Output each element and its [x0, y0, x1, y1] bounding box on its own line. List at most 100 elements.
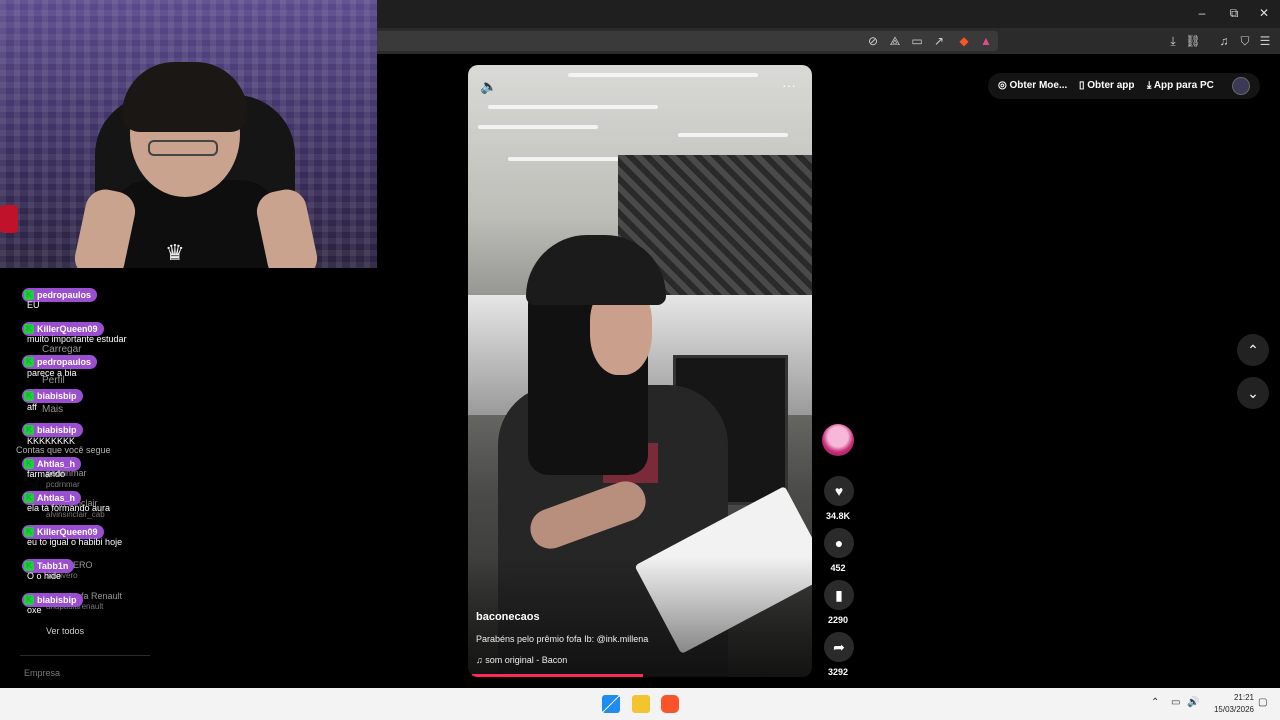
chat-message: muito importante estudar — [27, 334, 127, 344]
chat-message: ela ta formando aura — [27, 503, 111, 513]
link-icon[interactable]: ⛓ — [1185, 33, 1201, 49]
sidebar-more-label[interactable]: Mais — [42, 404, 63, 415]
maximize-button[interactable]: ⧉ — [1224, 6, 1244, 21]
tray-chevron-up-icon[interactable]: ⌃ — [1151, 697, 1159, 708]
bookmark-icon: ▮ — [835, 587, 843, 603]
coin-icon: ◎ — [998, 80, 1010, 91]
crown-shirt-print-icon: ♛ — [165, 240, 185, 265]
comment-icon: ● — [834, 535, 844, 551]
chat-message: oxe — [27, 605, 42, 615]
save-count: 2290 — [827, 615, 849, 625]
vpn-icon[interactable]: ⛉ — [1237, 33, 1253, 49]
video-author[interactable]: baconecaos — [476, 611, 540, 623]
get-coins-label: Obter Moe... — [1009, 80, 1068, 91]
video-sound-link[interactable]: ♫ som original - Bacon — [476, 655, 567, 665]
chat-username-badge: Kbiabisbip — [22, 385, 83, 403]
brave-shield-icon[interactable]: ◆ — [956, 33, 972, 49]
webcam-overlay: ♛ — [0, 0, 377, 268]
ceiling-light — [568, 73, 758, 77]
more-options-icon[interactable]: ··· — [782, 77, 796, 93]
share-count: 3292 — [827, 667, 849, 677]
header-actions: ◎ Obter Moe... ▯ Obter app ⤓ App para PC — [988, 73, 1260, 99]
notification-icon[interactable]: ▢ — [1258, 697, 1267, 708]
cast-icon[interactable]: ▭ — [909, 33, 925, 49]
chat-username: biabisbip — [37, 425, 77, 435]
clock-time: 21:21 — [1233, 693, 1254, 702]
translate-off-icon[interactable]: ⊘ — [865, 33, 881, 49]
user-avatar[interactable] — [1232, 77, 1250, 95]
webcam-streamer-glasses — [148, 140, 218, 156]
like-button[interactable]: ♥ — [824, 476, 854, 506]
ceiling-light — [488, 105, 658, 109]
video-sound-label: som original - Bacon — [485, 655, 568, 665]
chat-username: biabisbip — [37, 391, 77, 401]
chat-username-badge: K KillerQueen09 — [22, 521, 104, 539]
sidebar-divider — [20, 655, 150, 656]
chat-username: Ahtlas_h — [37, 459, 76, 469]
brave-browser-icon[interactable] — [661, 695, 679, 713]
heart-icon: ♥ — [834, 483, 844, 499]
volume-tray-icon[interactable]: 🔊 — [1187, 697, 1199, 708]
like-count: 34.8K — [825, 511, 851, 521]
chat-username: Tabb1n — [37, 561, 69, 571]
chat-username-badge: K Ahtlas_h — [22, 487, 82, 505]
save-button[interactable]: ▮ — [824, 580, 854, 610]
chat-message: farmando — [27, 469, 66, 479]
minimize-button[interactable]: – — [1192, 6, 1212, 20]
chat-message: KKKKKKKK — [27, 436, 76, 446]
pc-app-label: App para PC — [1153, 80, 1214, 91]
chat-username-badge: K Ahtlas_h — [22, 453, 82, 471]
chat-message: aff — [27, 402, 37, 412]
rewards-icon[interactable]: ▲ — [978, 33, 994, 49]
clock-date: 15/03/2026 — [1213, 705, 1254, 714]
chat-message: EU — [27, 300, 40, 310]
next-video-button[interactable]: ⌄ — [1237, 377, 1269, 409]
chevron-down-icon: ⌄ — [1247, 385, 1259, 401]
chevron-up-icon: ⌃ — [1247, 342, 1259, 358]
download-small-icon: ⤓ — [1147, 80, 1154, 91]
pc-app-link[interactable]: ⤓ App para PC — [1147, 80, 1214, 91]
chat-message: parece a bia — [27, 368, 77, 378]
chat-username: biabisbip — [37, 595, 77, 605]
file-explorer-icon[interactable] — [632, 695, 650, 713]
video-player[interactable]: 🔈 ··· baconecaos Parabéns pelo prêmio fo… — [468, 65, 812, 677]
get-app-label: Obter app — [1087, 80, 1135, 91]
chat-username-badge: K KillerQueen09 — [22, 318, 104, 336]
creator-avatar[interactable] — [822, 424, 854, 456]
get-app-link[interactable]: ▯ Obter app — [1079, 80, 1135, 91]
network-icon[interactable]: ▭ — [1171, 697, 1180, 708]
address-bar[interactable]: / — [370, 31, 998, 51]
see-all-link[interactable]: Ver todos — [46, 626, 84, 636]
previous-video-button[interactable]: ⌃ — [1237, 334, 1269, 366]
comment-button[interactable]: ● — [824, 528, 854, 558]
chat-username: KillerQueen09 — [37, 527, 98, 537]
chat-username: pedropaulos — [37, 290, 92, 300]
menu-icon[interactable]: ☰ — [1257, 33, 1273, 49]
translate-icon[interactable]: ⟁ — [887, 33, 903, 49]
download-icon[interactable]: ⤓ — [1165, 33, 1181, 49]
company-link[interactable]: Empresa — [24, 668, 60, 678]
webcam-red-object — [0, 205, 18, 233]
system-clock[interactable]: 21:21 15/03/2026 — [1204, 692, 1254, 716]
share-arrow-icon: ➦ — [833, 639, 845, 655]
windows-taskbar: ⌃ ▭ 🔊 21:21 15/03/2026 ▢ — [0, 688, 1280, 720]
share-icon[interactable]: ↗ — [931, 33, 947, 49]
chat-username: pedropaulos — [37, 357, 92, 367]
share-button[interactable]: ➦ — [824, 632, 854, 662]
chat-username-badge: K Tabb1n — [22, 555, 75, 573]
comment-count: 452 — [830, 563, 846, 573]
volume-icon[interactable]: 🔈 — [480, 78, 497, 95]
chat-message: eu to igual o habibi hoje — [27, 537, 123, 547]
music-note-icon: ♫ — [476, 655, 486, 665]
ceiling-light — [478, 125, 598, 129]
ceiling-light — [678, 133, 788, 137]
chat-message: O o hide — [27, 571, 62, 581]
close-button[interactable]: ✕ — [1254, 6, 1274, 20]
music-icon[interactable]: ♫ — [1216, 33, 1232, 49]
chat-username-badge: Kpedropaulos — [22, 351, 98, 369]
windows-start-icon[interactable] — [602, 695, 620, 713]
get-coins-link[interactable]: ◎ Obter Moe... — [998, 80, 1067, 91]
video-progress-bar[interactable] — [472, 674, 643, 677]
chat-username: Ahtlas_h — [37, 493, 76, 503]
following-account-name[interactable]: ufa Renault — [76, 591, 122, 601]
